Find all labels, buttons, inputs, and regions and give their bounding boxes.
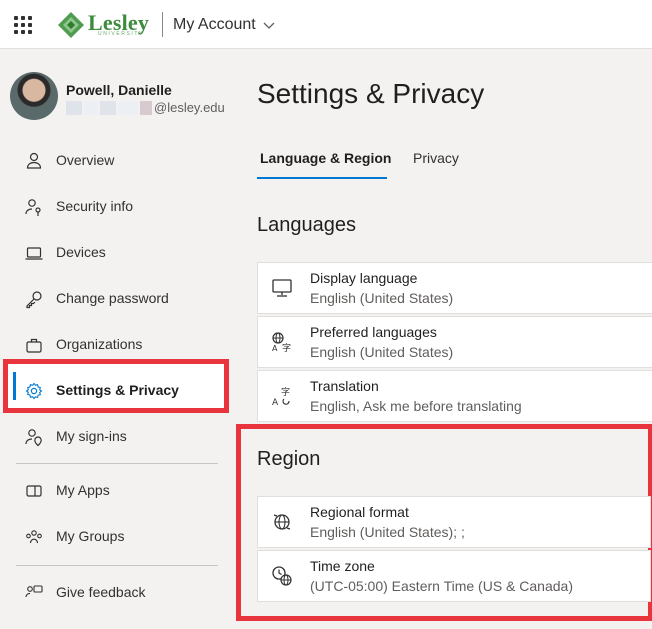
- feedback-icon: [25, 585, 43, 598]
- redacted-block: [118, 100, 138, 115]
- sidebar-item-label: Organizations: [56, 336, 143, 352]
- avatar[interactable]: [10, 72, 58, 120]
- sidebar-item-label: Devices: [56, 244, 106, 260]
- sidebar-item-label: Settings & Privacy: [56, 382, 179, 398]
- sidebar-divider: [16, 565, 218, 566]
- sidebar-item-settings-privacy[interactable]: Settings & Privacy: [0, 368, 236, 414]
- svg-text:字: 字: [282, 342, 291, 354]
- lesley-logo: Lesley UNIVERSITY: [56, 10, 149, 40]
- card-title: Preferred languages: [310, 324, 437, 340]
- time-zone-card[interactable]: Time zone (UTC-05:00) Eastern Time (US &…: [257, 550, 651, 602]
- briefcase-icon: [26, 338, 42, 353]
- card-title: Regional format: [310, 504, 409, 520]
- card-title: Translation: [310, 378, 379, 394]
- brand-subtitle: UNIVERSITY: [98, 31, 145, 37]
- lesley-shield-icon: [58, 12, 84, 38]
- apps-icon: [26, 485, 42, 497]
- page-title: Settings & Privacy: [257, 78, 485, 109]
- sidebar-item-overview[interactable]: Overview: [0, 138, 236, 184]
- person-location-icon: [25, 429, 42, 447]
- regional-format-card[interactable]: Regional format English (United States);…: [257, 496, 651, 548]
- translate-icon: 字 A: [272, 386, 290, 408]
- person-key-icon: [25, 199, 41, 216]
- top-bar: Lesley UNIVERSITY My Account: [0, 0, 652, 49]
- sidebar: Powell, Danielle @lesley.edu Overview Se…: [0, 50, 236, 629]
- redacted-block: [140, 100, 152, 115]
- profile-email: @lesley.edu: [66, 100, 225, 115]
- gear-icon: [25, 382, 43, 400]
- sidebar-item-label: My Apps: [56, 482, 110, 498]
- sidebar-item-label: Change password: [56, 290, 169, 306]
- redacted-block: [100, 100, 116, 115]
- languages-heading: Languages: [257, 214, 356, 236]
- header-divider: [162, 12, 163, 37]
- my-account-label: My Account: [173, 16, 256, 33]
- monitor-icon: [272, 279, 292, 297]
- email-suffix: @lesley.edu: [154, 100, 225, 115]
- display-language-card[interactable]: Display language English (United States): [257, 262, 652, 314]
- sidebar-item-my-apps[interactable]: My Apps: [0, 468, 236, 514]
- sidebar-item-label: Security info: [56, 198, 134, 214]
- card-value: English (United States): [310, 344, 454, 360]
- sidebar-divider: [16, 463, 218, 464]
- tab-privacy[interactable]: Privacy: [413, 150, 459, 166]
- svg-text:A: A: [272, 344, 278, 353]
- my-account-menu[interactable]: My Account: [173, 16, 276, 34]
- tab-active-underline: [257, 177, 387, 179]
- clock-globe-icon: [272, 566, 292, 586]
- redacted-block: [84, 100, 98, 115]
- sidebar-item-change-password[interactable]: Change password: [0, 276, 236, 322]
- sidebar-item-my-groups[interactable]: My Groups: [0, 514, 236, 560]
- app-launcher-icon[interactable]: [14, 16, 32, 34]
- sidebar-item-label: Give feedback: [56, 584, 146, 600]
- chevron-down-icon: [263, 22, 275, 29]
- card-value: (UTC-05:00) Eastern Time (US & Canada): [310, 578, 573, 594]
- preferred-languages-card[interactable]: A 字 Preferred languages English (United …: [257, 316, 652, 368]
- sidebar-item-my-sign-ins[interactable]: My sign-ins: [0, 414, 236, 460]
- sidebar-item-organizations[interactable]: Organizations: [0, 322, 236, 368]
- sidebar-item-label: My Groups: [56, 528, 125, 544]
- svg-text:A: A: [272, 398, 279, 408]
- sidebar-item-devices[interactable]: Devices: [0, 230, 236, 276]
- region-heading: Region: [257, 448, 321, 470]
- sidebar-item-give-feedback[interactable]: Give feedback: [0, 570, 236, 616]
- tab-language-region[interactable]: Language & Region: [260, 150, 391, 166]
- sidebar-item-label: Overview: [56, 152, 115, 168]
- card-value: English (United States): [310, 290, 454, 306]
- laptop-icon: [25, 247, 43, 260]
- card-value: English (United States); ;: [310, 524, 465, 540]
- globe-format-icon: [273, 514, 291, 530]
- people-icon: [26, 530, 42, 544]
- main-content: Settings & Privacy Language & Region Pri…: [236, 50, 652, 629]
- person-icon: [26, 152, 42, 169]
- translation-card[interactable]: 字 A Translation English, Ask me before t…: [257, 370, 652, 422]
- card-value: English, Ask me before translating: [310, 398, 522, 414]
- key-icon: [26, 291, 42, 309]
- svg-text:字: 字: [281, 386, 290, 398]
- redacted-block: [66, 100, 82, 115]
- globe-language-icon: A 字: [272, 332, 291, 354]
- sidebar-item-security-info[interactable]: Security info: [0, 184, 236, 230]
- card-title: Display language: [310, 270, 418, 286]
- sidebar-item-label: My sign-ins: [56, 428, 127, 444]
- card-title: Time zone: [310, 558, 375, 574]
- profile-name: Powell, Danielle: [66, 82, 172, 98]
